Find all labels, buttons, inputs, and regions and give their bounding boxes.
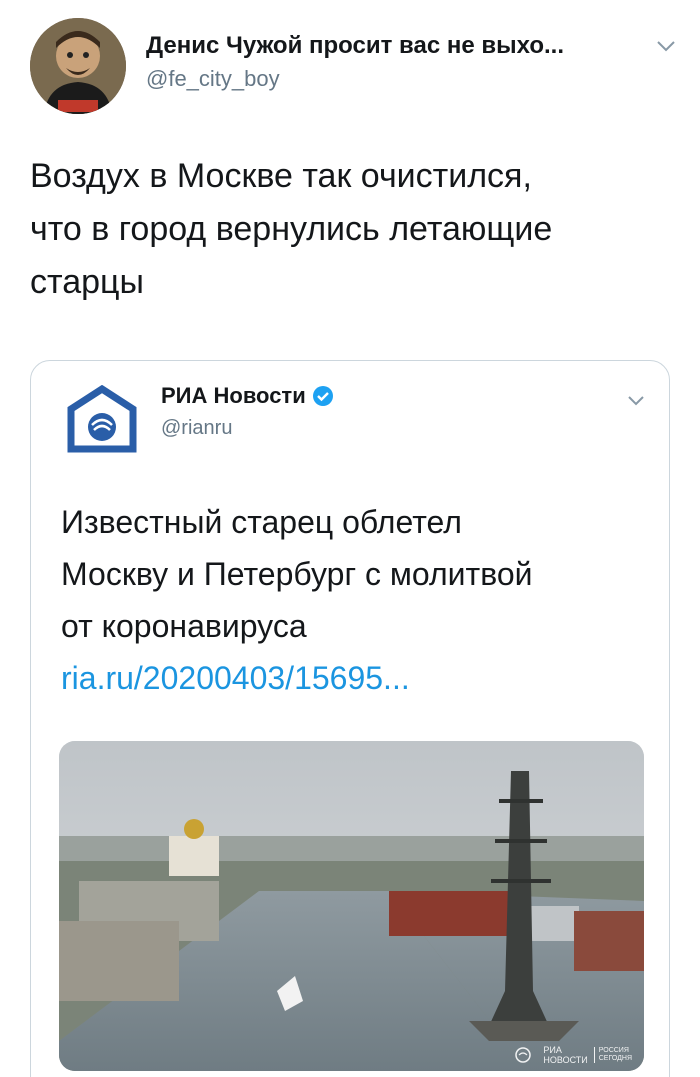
tweet-text-line: Воздух в Москве так очистился, bbox=[30, 157, 532, 195]
ria-logo-icon bbox=[67, 385, 137, 453]
chevron-down-icon[interactable] bbox=[623, 387, 649, 413]
author-handle[interactable]: @fe_city_boy bbox=[146, 66, 280, 92]
avatar[interactable] bbox=[30, 18, 126, 114]
watermark-line: РИА bbox=[543, 1045, 562, 1055]
quoted-author-name[interactable]: РИА Новости bbox=[161, 383, 334, 409]
quoted-tweet-card[interactable]: РИА Новости @rianru Известный старец обл… bbox=[30, 360, 670, 1077]
quoted-text-line: Известный старец облетел bbox=[61, 504, 462, 540]
avatar-icon bbox=[30, 18, 126, 114]
media-watermark: РИА НОВОСТИ РОССИЯ СЕГОДНЯ bbox=[515, 1045, 632, 1065]
tweet-text-line: старцы bbox=[30, 263, 144, 301]
author-name[interactable]: Денис Чужой просит вас не выхо... bbox=[146, 32, 564, 60]
moscow-river-photo bbox=[59, 741, 644, 1071]
watermark-side-text: РОССИЯ СЕГОДНЯ bbox=[593, 1047, 632, 1063]
ria-watermark-icon bbox=[515, 1047, 532, 1063]
quoted-author-handle[interactable]: @rianru bbox=[161, 417, 232, 440]
watermark-side-line: СЕГОДНЯ bbox=[598, 1055, 632, 1062]
chevron-down-icon[interactable] bbox=[652, 32, 680, 60]
tweet-text: Воздух в Москве так очистился, что в гор… bbox=[30, 150, 670, 309]
quoted-text-line: Москву и Петербург с молитвой bbox=[61, 556, 533, 592]
quoted-text-line: от коронавируса bbox=[61, 608, 307, 644]
quoted-tweet-text: Известный старец облетел Москву и Петерб… bbox=[61, 496, 651, 704]
watermark-text: РИА НОВОСТИ bbox=[543, 1045, 587, 1065]
quoted-author-name-text: РИА Новости bbox=[161, 383, 306, 408]
watermark-side-line: РОССИЯ bbox=[598, 1047, 629, 1054]
tweet-text-line: что в город вернулись летающие bbox=[30, 210, 553, 248]
watermark-line: НОВОСТИ bbox=[543, 1055, 588, 1065]
verified-badge-icon bbox=[312, 386, 333, 406]
quoted-tweet-link[interactable]: ria.ru/20200403/15695... bbox=[61, 652, 651, 704]
quoted-tweet-image[interactable]: РИА НОВОСТИ РОССИЯ СЕГОДНЯ bbox=[59, 741, 644, 1071]
tweet-header: Денис Чужой просит вас не выхо... @fe_ci… bbox=[30, 18, 680, 114]
